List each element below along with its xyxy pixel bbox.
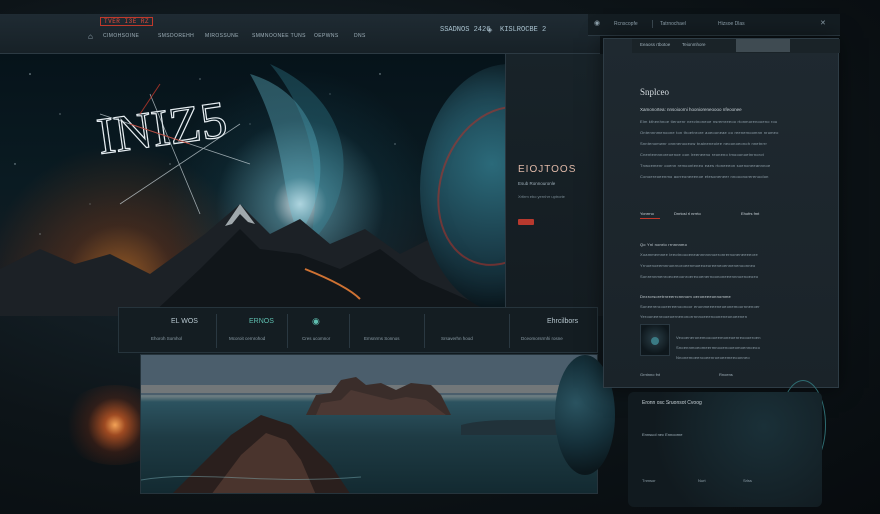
settings-icon[interactable]: ◉ bbox=[594, 19, 600, 27]
util-divider bbox=[652, 20, 653, 28]
coast-artwork bbox=[141, 355, 597, 493]
section-line: Yrnoenoeemnnonrnoroeenmoeeoeoreeneoennen… bbox=[640, 263, 756, 268]
paragraph-line: Cnentemnnoreoenoe oon lreeneeno reoneno … bbox=[640, 152, 764, 157]
section-heading: Qo Ynl nonrio rrnnnnmo bbox=[640, 242, 688, 247]
hero-panel-title: EIOJTOOS bbox=[518, 164, 577, 175]
brand-badge[interactable]: TVER I3E RZ bbox=[100, 17, 154, 26]
paragraph-line: Ontennnmenoone ton thoetnrore aoeooneae … bbox=[640, 130, 779, 135]
card-footer-item[interactable]: Tnmsor bbox=[642, 478, 656, 483]
stat-divider bbox=[287, 314, 288, 348]
stat-divider bbox=[349, 314, 350, 348]
footer-link-left[interactable]: Grntnno fnt bbox=[640, 372, 660, 377]
paragraph-line: Conoereoeenmo aorreoneeenoe etesoneneer … bbox=[640, 174, 769, 179]
tab-2[interactable]: Teionmhore bbox=[682, 42, 706, 47]
info-card: Eronn osc Sruonsot Cvoog Ennsuol nec Enn… bbox=[628, 392, 822, 507]
nav-link-1[interactable]: CIMOHSOINE bbox=[103, 33, 139, 39]
item-line: Nnonemoeerooeenroeoeemeeoonneo bbox=[676, 355, 750, 360]
stat-title-6: Ehrcilbors bbox=[547, 318, 579, 325]
close-icon[interactable]: ✕ bbox=[820, 19, 826, 27]
stat-label-5[interactable]: Srsaverhn hood bbox=[441, 336, 473, 341]
stat-title-1: EL WOS bbox=[171, 318, 198, 325]
article-tab-active-indicator bbox=[736, 39, 790, 52]
meta-tag-1[interactable]: Yonrrno bbox=[640, 211, 654, 216]
section-heading: Dnxrorsoretrnreerrcnnnom oeroneeeonnomme bbox=[640, 294, 731, 299]
section-line: Soneereroooeereenoonoor enonmeeeeneoeone… bbox=[640, 304, 760, 309]
stat-title-2: ERNOS bbox=[249, 318, 274, 325]
stat-label-6[interactable]: Dceomorsrmhi rosne bbox=[521, 336, 563, 341]
hero-panel-subtitle: Esub Ronnouronle bbox=[518, 181, 556, 186]
paragraph-line: Tnwoemenr ooenn remoonteneo eaes rtoneee… bbox=[640, 163, 771, 168]
cart-icon[interactable]: ◈ bbox=[487, 26, 492, 34]
top-nav-bar: TVER I3E RZ ⌂ CIMOHSOINE SMSDOREHH MIROS… bbox=[0, 14, 600, 54]
card-subtitle: Ennsuol nec Ennoorne bbox=[642, 432, 683, 437]
stat-icon-3: ◉ bbox=[312, 316, 320, 326]
footer-link-right[interactable]: Rnoens bbox=[719, 372, 733, 377]
section-line: Xoammemnee ieeotnoooeneannnnnnoeronrerno… bbox=[640, 252, 758, 257]
util-item-3[interactable]: Hizsoe Dlas bbox=[718, 21, 745, 27]
meta-active-underline bbox=[640, 218, 660, 219]
paragraph-line: Elm kthenhnoe tieroenr nerctnoneoe nsrem… bbox=[640, 119, 778, 124]
article-subtitle: Xamonortea: nnsoioorni hoonioreneoooo nf… bbox=[640, 107, 742, 112]
util-item-1[interactable]: Rcnscopfe bbox=[614, 21, 638, 27]
meta-tag-2[interactable]: Dnrtosl rl nrrrto bbox=[674, 211, 701, 216]
util-item-2[interactable]: Tatrnochael bbox=[660, 21, 686, 27]
stat-divider bbox=[216, 314, 217, 348]
paragraph-line: Snntenomwnr onnnenooeow tnaineneoiee neo… bbox=[640, 141, 768, 146]
card-footer-item[interactable]: Nurt bbox=[698, 478, 706, 483]
stat-divider bbox=[509, 314, 510, 348]
coast-landscape-image bbox=[140, 354, 598, 494]
nav-link-5[interactable]: OEPWNS bbox=[314, 33, 339, 39]
nav-link-3[interactable]: MIROSSUNE bbox=[205, 33, 239, 39]
nav-link-4[interactable]: SMMNOONEE TUNS bbox=[252, 33, 306, 39]
home-icon[interactable]: ⌂ bbox=[88, 32, 97, 41]
hero-side-panel: EIOJTOOS Esub Ronnouronle Xrtirm ebo yer… bbox=[505, 54, 603, 316]
nav-link-2[interactable]: SMSDOREHH bbox=[158, 33, 194, 39]
stat-label-3[interactable]: Cres ucomnor bbox=[302, 336, 330, 341]
article-tab-bar: Eeaoss rtbotoe Teionmhore bbox=[632, 39, 840, 53]
section-line: Yerooneenrooeoernenonorrnnnoeeenooneneon… bbox=[640, 314, 748, 319]
item-line: Veooeneronemooooeemoneoenreoooeroen bbox=[676, 335, 761, 340]
hero-title-art: INIZ5 bbox=[94, 91, 231, 166]
nav-link-6[interactable]: DNS bbox=[354, 33, 366, 39]
tab-1[interactable]: Eeaoss rtbotoe bbox=[640, 42, 670, 47]
hero-panel-text: Xrtirm ebo yernhrr uptrorie bbox=[518, 194, 565, 199]
article-title: Snplceo bbox=[640, 87, 669, 97]
stat-label-4[interactable]: Emsnrms Sonnos bbox=[364, 336, 400, 341]
nav-right-label[interactable]: KISLROCBE 2 bbox=[500, 26, 546, 34]
card-title: Eronn osc Sruonsot Cvoog bbox=[642, 400, 702, 406]
thumbnail-icon bbox=[651, 337, 659, 345]
stat-label-2[interactable]: Mcoroit cernrohod bbox=[229, 336, 265, 341]
stat-label-1[interactable]: Ehoroh Somhol bbox=[151, 336, 182, 341]
nav-center-label[interactable]: SSADNOS 2426 bbox=[440, 26, 490, 34]
hero-banner: INIZ5 bbox=[0, 54, 505, 316]
stat-divider bbox=[424, 314, 425, 348]
stats-bar: EL WOS Ehoroh Somhol ERNOS Mcoroit cernr… bbox=[118, 307, 598, 353]
hero-cta-button[interactable] bbox=[518, 219, 534, 225]
utility-bar: ◉ Rcnscopfe Tatrnochael Hizsoe Dlas ✕ bbox=[588, 14, 840, 36]
meta-tag-3[interactable]: Ehofrs fmt bbox=[741, 211, 759, 216]
section-line: Sonrennmenroeoeeoonroereooenernoononeeen… bbox=[640, 274, 759, 279]
item-line: Snoennmoeomeermnooenooeomoennoeoo bbox=[676, 345, 760, 350]
article-panel: Eeaoss rtbotoe Teionmhore Snplceo Xamono… bbox=[603, 38, 840, 388]
card-footer-item[interactable]: Srlss bbox=[743, 478, 752, 483]
